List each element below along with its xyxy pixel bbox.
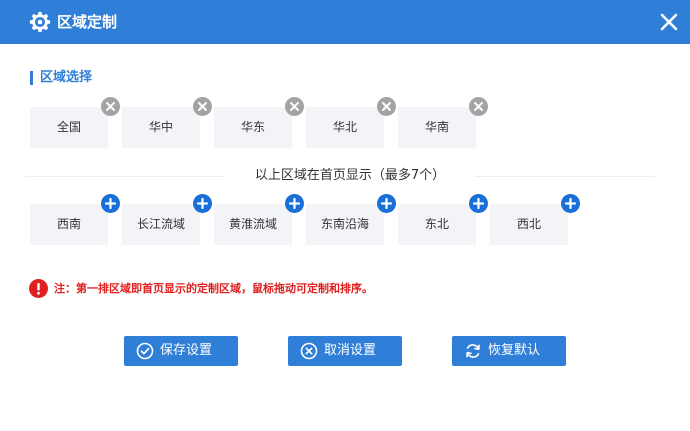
- dialog-titlebar: 区域定制: [0, 0, 690, 44]
- close-icon: [106, 102, 115, 111]
- available-region-tile[interactable]: 西南: [30, 194, 120, 245]
- selected-region-tile[interactable]: 华中: [122, 97, 212, 148]
- selected-region-tile[interactable]: 全国: [30, 97, 120, 148]
- save-button-label: 保存设置: [160, 343, 213, 358]
- plus-icon: [104, 197, 117, 210]
- region-label: 黄淮流域: [228, 217, 277, 231]
- remove-region-button[interactable]: [193, 97, 212, 116]
- exclamation-icon: [29, 279, 48, 298]
- available-region-tile[interactable]: 黄淮流域: [214, 194, 304, 245]
- refresh-icon: [466, 344, 480, 358]
- remove-region-button[interactable]: [101, 97, 120, 116]
- check-circle-icon: [136, 342, 154, 360]
- remove-region-button[interactable]: [285, 97, 304, 116]
- region-label: 华南: [424, 120, 449, 134]
- region-label: 华北: [332, 120, 357, 134]
- notice-text: 注：第一排区域即首页显示的定制区域，鼠标拖动可定制和排序。: [54, 282, 373, 295]
- gear-icon: [29, 11, 51, 33]
- save-button[interactable]: 保存设置: [124, 336, 238, 366]
- divider-text: 以上区域在首页显示（最多7个）: [254, 168, 446, 183]
- close-icon: [290, 102, 299, 111]
- close-icon: [382, 102, 391, 111]
- region-label: 全国: [56, 120, 81, 134]
- region-label: 长江流域: [136, 217, 185, 231]
- region-label: 华东: [240, 120, 265, 134]
- add-region-button[interactable]: [377, 194, 396, 213]
- close-icon: [474, 102, 483, 111]
- cancel-button-label: 取消设置: [324, 343, 377, 358]
- reset-button-label: 恢复默认: [488, 343, 541, 358]
- close-icon[interactable]: [656, 9, 682, 35]
- add-region-button[interactable]: [101, 194, 120, 213]
- region-label: 华中: [148, 120, 173, 134]
- cancel-button[interactable]: 取消设置: [288, 336, 402, 366]
- available-region-tile[interactable]: 东南沿海: [306, 194, 396, 245]
- close-icon: [198, 102, 207, 111]
- divider-line-left: [25, 176, 225, 177]
- available-region-tile[interactable]: 西北: [490, 194, 580, 245]
- available-region-tile[interactable]: 东北: [398, 194, 488, 245]
- plus-icon: [196, 197, 209, 210]
- reset-button[interactable]: 恢复默认: [452, 336, 566, 366]
- add-region-button[interactable]: [193, 194, 212, 213]
- plus-icon: [472, 197, 485, 210]
- add-region-button[interactable]: [285, 194, 304, 213]
- add-region-button[interactable]: [561, 194, 580, 213]
- x-circle-icon: [300, 342, 318, 360]
- remove-region-button[interactable]: [377, 97, 396, 116]
- available-region-tile[interactable]: 长江流域: [122, 194, 212, 245]
- region-label: 西南: [56, 217, 81, 231]
- dialog-title: 区域定制: [57, 13, 118, 31]
- plus-icon: [380, 197, 393, 210]
- divider-line-right: [475, 176, 655, 177]
- plus-icon: [564, 197, 577, 210]
- selected-region-tile[interactable]: 华北: [306, 97, 396, 148]
- selected-region-tile[interactable]: 华南: [398, 97, 488, 148]
- section-label: 区域选择: [40, 70, 93, 85]
- add-region-button[interactable]: [469, 194, 488, 213]
- region-label: 西北: [516, 217, 541, 231]
- heading-accent-bar: [30, 71, 33, 85]
- region-label: 东北: [424, 217, 449, 231]
- region-label: 东南沿海: [320, 217, 369, 231]
- selected-region-tile[interactable]: 华东: [214, 97, 304, 148]
- plus-icon: [288, 197, 301, 210]
- remove-region-button[interactable]: [469, 97, 488, 116]
